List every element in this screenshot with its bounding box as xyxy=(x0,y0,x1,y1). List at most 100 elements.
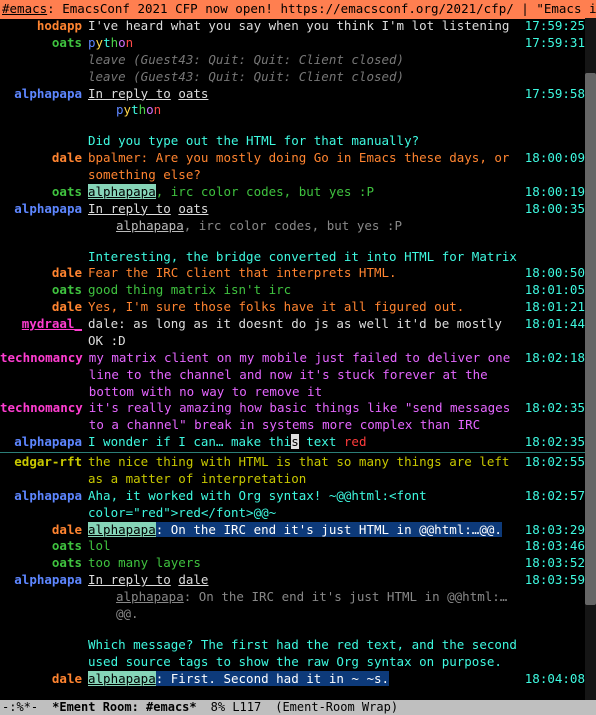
message-timestamp: 18:02:35 xyxy=(523,400,585,417)
message-row[interactable]: alphapapa, irc color codes, but yes :P xyxy=(0,218,585,235)
message-timestamp: 18:02:57 xyxy=(523,488,585,505)
message-row[interactable]: mydraal_dale: as long as it doesnt do js… xyxy=(0,316,585,350)
message-timestamp: 18:00:19 xyxy=(523,184,585,201)
message-body: In reply to dale xyxy=(88,572,523,589)
message-body: Interesting, the bridge converted it int… xyxy=(88,249,523,266)
message-row[interactable]: oats good thing matrix isn't irc18:01:05 xyxy=(0,282,585,299)
message-row[interactable]: hodapp I've heard what you say when you t… xyxy=(0,18,585,35)
message-body: my matrix client on my mobile just faile… xyxy=(89,350,523,401)
message-row[interactable]: oats too many layers18:03:52 xyxy=(0,555,585,572)
message-nick[interactable]: hodapp xyxy=(37,18,82,33)
message-nick[interactable]: alphapapa xyxy=(14,488,82,503)
message-row[interactable]: edgar-rft the nice thing with HTML is tha… xyxy=(0,454,585,488)
modeline-buffer-name: *Ement Room: #emacs* xyxy=(52,699,197,715)
message-timestamp: 18:00:50 xyxy=(523,265,585,282)
message-body: it's really amazing how basic things lik… xyxy=(89,400,523,434)
message-nick[interactable]: alphapapa xyxy=(14,201,82,216)
message-row[interactable]: python xyxy=(0,102,585,119)
message-nick[interactable]: oats xyxy=(52,555,82,570)
message-timestamp: 18:01:21 xyxy=(523,299,585,316)
message-timestamp: 17:59:58 xyxy=(523,86,585,103)
channel-topic: EmacsConf 2021 CFP now open! https://ema… xyxy=(62,1,596,16)
message-body: alphapapa: On the IRC end it's just HTML… xyxy=(88,589,523,623)
message-row[interactable]: leave (Guest43: Quit: Quit: Client close… xyxy=(0,52,585,69)
message-timestamp: 17:59:31 xyxy=(523,35,585,52)
message-row[interactable]: dalebpalmer: Are you mostly doing Go in … xyxy=(0,150,585,184)
message-nick[interactable]: mydraal_ xyxy=(22,316,82,331)
channel-name[interactable]: #emacs xyxy=(2,1,47,16)
message-nick[interactable]: dale xyxy=(52,671,82,686)
message-nick[interactable]: alphapapa xyxy=(14,86,82,101)
message-timestamp: 18:01:05 xyxy=(523,282,585,299)
message-nick[interactable]: oats xyxy=(52,538,82,553)
message-row[interactable]: oats python17:59:31 xyxy=(0,35,585,52)
message-body: Fear the IRC client that interprets HTML… xyxy=(88,265,523,282)
message-body: Did you type out the HTML for that manua… xyxy=(88,133,523,150)
message-row[interactable]: dale alphapapa: First. Second had it in ~… xyxy=(0,671,585,688)
message-body: python xyxy=(88,102,523,119)
message-body: Yes, I'm sure those folks have it all fi… xyxy=(88,299,523,316)
message-body: python xyxy=(88,35,523,52)
message-body: alphapapa: On the IRC end it's just HTML… xyxy=(88,522,523,539)
message-body: too many layers xyxy=(88,555,523,572)
message-timestamp: 18:04:08 xyxy=(523,671,585,688)
message-nick[interactable]: technomancy xyxy=(0,400,83,415)
message-row[interactable]: dale Yes, I'm sure those folks have it al… xyxy=(0,299,585,316)
message-body: I've heard what you say when you think I… xyxy=(88,18,523,35)
message-row[interactable]: alphapapa: On the IRC end it's just HTML… xyxy=(0,589,585,623)
message-row[interactable]: oats alphapapa, irc color codes, but yes … xyxy=(0,184,585,201)
message-row[interactable]: technomancy it's really amazing how basic… xyxy=(0,400,585,434)
header-topic-bar: #emacs: EmacsConf 2021 CFP now open! htt… xyxy=(0,0,596,19)
message-body: In reply to oats xyxy=(88,201,523,218)
message-nick[interactable]: dale xyxy=(52,299,82,314)
message-nick[interactable]: alphapapa xyxy=(14,434,82,449)
message-row[interactable]: alphapapa In reply to dale18:03:59 xyxy=(0,572,585,589)
message-nick[interactable]: edgar-rft xyxy=(14,454,82,469)
message-body: In reply to oats xyxy=(88,86,523,103)
message-nick[interactable]: alphapapa xyxy=(14,572,82,587)
message-body: good thing matrix isn't irc xyxy=(88,282,523,299)
message-timestamp: 18:03:59 xyxy=(523,572,585,589)
message-row[interactable]: Did you type out the HTML for that manua… xyxy=(0,133,585,150)
scrollbar-thumb[interactable] xyxy=(585,73,596,605)
message-row[interactable]: technomancy my matrix client on my mobile… xyxy=(0,350,585,401)
message-row[interactable]: oatslol18:03:46 xyxy=(0,538,585,555)
message-nick[interactable]: dale xyxy=(52,150,82,165)
modeline-percent: 8% xyxy=(211,699,225,715)
message-nick[interactable]: dale xyxy=(52,522,82,537)
message-row[interactable]: alphapapa In reply to oats17:59:58 xyxy=(0,86,585,103)
modeline-line: L117 xyxy=(232,699,261,715)
message-body: leave (Guest43: Quit: Quit: Client close… xyxy=(88,52,523,69)
modeline-flags: -:%*- xyxy=(2,699,38,715)
message-body: leave (Guest43: Quit: Quit: Client close… xyxy=(88,69,523,86)
message-nick[interactable]: dale xyxy=(52,265,82,280)
message-body: Which message? The first had the red tex… xyxy=(88,637,523,671)
message-nick[interactable]: oats xyxy=(52,184,82,199)
message-row[interactable]: dale Fear the IRC client that interprets … xyxy=(0,265,585,282)
message-body: alphapapa, irc color codes, but yes :P xyxy=(88,184,523,201)
message-nick[interactable]: technomancy xyxy=(0,350,83,365)
message-row[interactable]: alphapapaIn reply to oats18:00:35 xyxy=(0,201,585,218)
header-sep: : xyxy=(47,1,62,16)
message-row[interactable]: alphapapaAha, it worked with Org syntax!… xyxy=(0,488,585,522)
read-marker xyxy=(0,452,585,453)
message-body: the nice thing with HTML is that so many… xyxy=(88,454,523,488)
message-row[interactable]: Interesting, the bridge converted it int… xyxy=(0,249,585,266)
message-nick[interactable]: oats xyxy=(52,282,82,297)
chat-log[interactable]: hodapp I've heard what you say when you t… xyxy=(0,18,585,700)
message-timestamp: 18:02:35 xyxy=(523,434,585,451)
message-row[interactable]: Which message? The first had the red tex… xyxy=(0,637,585,671)
message-timestamp: 18:00:09 xyxy=(523,150,585,167)
message-row[interactable]: leave (Guest43: Quit: Quit: Client close… xyxy=(0,69,585,86)
message-timestamp: 18:02:55 xyxy=(523,454,585,471)
emacs-modeline: -:%*- *Ement Room: #emacs* 8% L117 (Emen… xyxy=(0,700,596,715)
message-row[interactable]: dale alphapapa: On the IRC end it's just … xyxy=(0,522,585,539)
message-timestamp: 18:03:52 xyxy=(523,555,585,572)
scrollbar-track[interactable] xyxy=(585,18,596,700)
message-timestamp: 18:03:29 xyxy=(523,522,585,539)
message-row[interactable]: alphapapaI wonder if I can… make this te… xyxy=(0,434,585,451)
message-body: alphapapa: First. Second had it in ~ ~s. xyxy=(88,671,523,688)
message-timestamp: 17:59:25 xyxy=(523,18,585,35)
message-timestamp: 18:02:18 xyxy=(523,350,585,367)
message-nick[interactable]: oats xyxy=(52,35,82,50)
